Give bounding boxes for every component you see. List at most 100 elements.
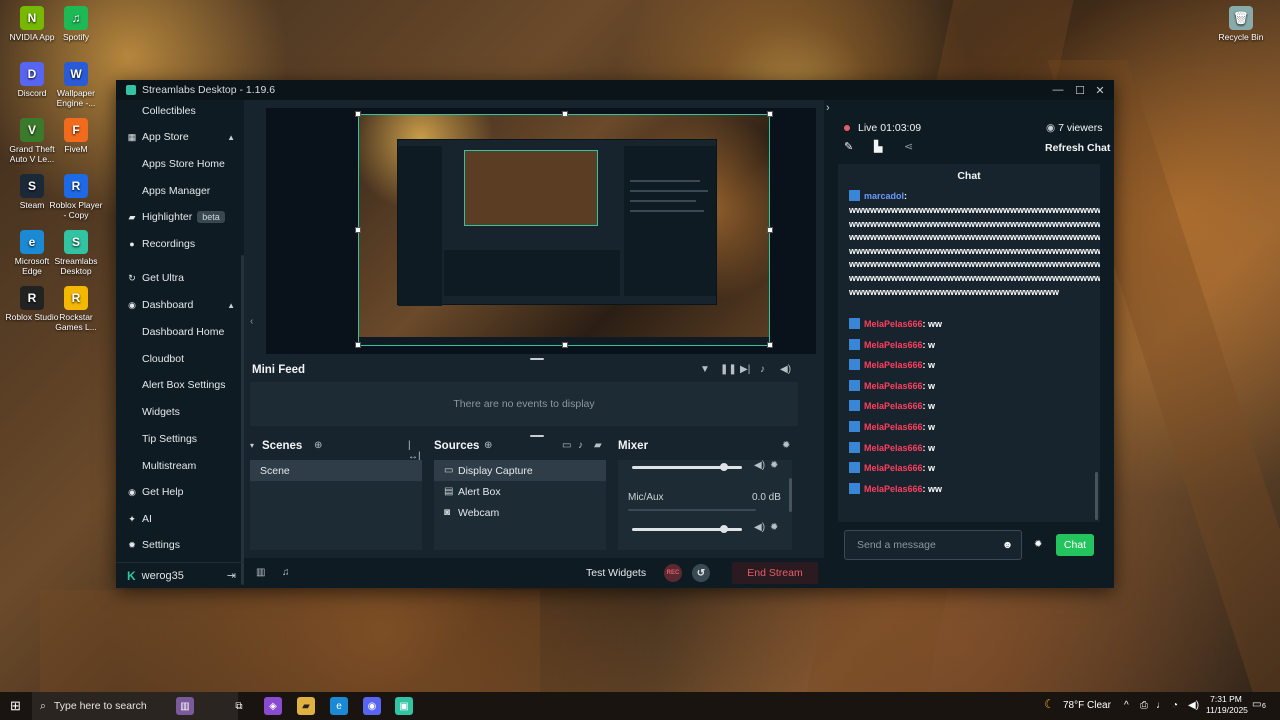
sidebar-item[interactable]: ↻ Get Ultra <box>116 267 244 289</box>
resize-handle[interactable] <box>355 342 361 348</box>
device-icon[interactable]: ⎙ <box>1140 700 1148 711</box>
close-button[interactable]: ✕ <box>1090 80 1110 100</box>
sidebar-item[interactable]: Cloudbot <box>116 348 244 370</box>
mute-icon[interactable]: ◀) <box>754 522 765 533</box>
streamlabs-taskbar-icon[interactable]: ▣ <box>395 697 413 715</box>
chat-messages[interactable]: marcadol: wwwwwwwwwwwwwwwwwwwwwwwwwwwwww… <box>838 188 1100 522</box>
sidebar-item[interactable]: ◉ Get Help <box>116 481 244 503</box>
resize-handle[interactable] <box>355 227 361 233</box>
resize-handle[interactable] <box>767 227 773 233</box>
stats-icon[interactable]: ▥ <box>256 567 265 578</box>
chevron-up-icon[interactable]: ▲ <box>227 133 235 142</box>
speaker-icon[interactable]: ◀) <box>1188 700 1199 711</box>
add-source-icon[interactable]: ⊕ <box>484 440 492 451</box>
desktop-icon[interactable]: ♫ Spotify <box>48 6 104 42</box>
collapse-left-icon[interactable]: ‹ <box>250 316 253 327</box>
task-view-icon[interactable]: ⧉ <box>230 697 248 715</box>
bell-icon[interactable]: ♪ <box>760 364 765 375</box>
chat-scrollbar[interactable] <box>1095 472 1098 520</box>
chevron-down-icon[interactable]: ▾ <box>250 441 254 450</box>
chat-input[interactable]: Send a message ☻ <box>844 530 1022 560</box>
weather-text[interactable]: 78°F Clear <box>1063 700 1111 711</box>
resize-divider[interactable] <box>530 358 544 360</box>
user-profile[interactable]: K werog35 ⇥ <box>116 562 244 588</box>
chevron-up-icon[interactable]: ^ <box>1124 700 1129 711</box>
source-item[interactable]: ▤ Alert Box <box>434 481 606 502</box>
add-scene-icon[interactable]: ⊕ <box>314 440 322 451</box>
sidebar-item[interactable]: ✹ Settings <box>116 534 244 556</box>
replay-buffer-icon[interactable]: ↺ <box>692 564 710 582</box>
skip-icon[interactable]: ▶| <box>740 364 750 375</box>
mute-icon[interactable]: ◀) <box>754 460 765 471</box>
sidebar-item[interactable]: ● Recordings <box>116 233 244 255</box>
desktop-icon[interactable]: W Wallpaper Engine -... <box>48 62 104 108</box>
resize-handle[interactable] <box>767 342 773 348</box>
desktop-icon[interactable]: R Rockstar Games L... <box>48 286 104 332</box>
share-icon[interactable]: ⋖ <box>904 140 913 153</box>
source-item[interactable]: ◙ Webcam <box>434 502 606 523</box>
filter-icon[interactable]: ▼ <box>700 364 710 375</box>
folder-icon[interactable]: ▰ <box>594 440 602 451</box>
channel-settings-icon[interactable]: ✹ <box>770 460 778 471</box>
notifications-icon[interactable]: ♫ <box>282 567 290 578</box>
sidebar-item[interactable]: Collectibles <box>116 100 244 122</box>
sidebar-item[interactable]: ◉ Dashboard ▲ <box>116 294 244 316</box>
resize-handle[interactable] <box>355 111 361 117</box>
collapse-right-icon[interactable]: › <box>826 102 830 114</box>
maximize-button[interactable]: ☐ <box>1070 80 1090 100</box>
mixer-scrollbar[interactable] <box>789 478 792 512</box>
sidebar-item[interactable]: Apps Store Home <box>116 153 244 175</box>
sidebar-item[interactable]: ▦ App Store ▲ <box>116 126 244 148</box>
source-item[interactable]: ▭ Display Capture <box>434 460 606 481</box>
edit-stream-icon[interactable]: ✎ <box>844 140 853 153</box>
discord-icon[interactable]: ◉ <box>363 697 381 715</box>
sidebar-item[interactable]: Tip Settings <box>116 428 244 450</box>
record-button[interactable]: REC <box>664 564 682 582</box>
copilot-icon[interactable]: ◈ <box>264 697 282 715</box>
mixer-settings-icon[interactable]: ✹ <box>782 440 790 451</box>
edge-icon[interactable]: e <box>330 697 348 715</box>
sidebar-item[interactable]: ✦ AI <box>116 508 244 530</box>
logout-icon[interactable]: ⇥ <box>227 569 236 582</box>
sidebar-item[interactable]: Dashboard Home <box>116 321 244 343</box>
chat-settings-icon[interactable]: ✹ <box>1034 539 1042 550</box>
minimize-button[interactable]: — <box>1048 80 1068 100</box>
scene-transition-icon[interactable]: |↔| <box>408 440 422 462</box>
test-widgets-button[interactable]: Test Widgets <box>586 567 646 579</box>
chat-send-button[interactable]: Chat <box>1056 534 1094 556</box>
sidebar-item[interactable]: Alert Box Settings <box>116 374 244 396</box>
volume-slider-knob[interactable] <box>720 463 729 471</box>
books-icon[interactable]: ▥ <box>176 697 194 715</box>
network-icon[interactable]: ◔ <box>1172 700 1178 711</box>
channel-settings-icon[interactable]: ✹ <box>770 522 778 533</box>
windows-start-icon[interactable]: ⊞ <box>10 698 21 714</box>
chevron-up-icon[interactable]: ▲ <box>227 301 235 310</box>
taskbar-search[interactable]: ⌕ Type here to search <box>32 692 238 720</box>
stream-info-icon[interactable]: ▙ <box>874 140 882 153</box>
scene-item[interactable]: Scene <box>250 460 422 481</box>
desktop-icon[interactable]: F FiveM <box>48 118 104 154</box>
resize-handle[interactable] <box>562 342 568 348</box>
resize-divider[interactable] <box>530 435 544 437</box>
volume-icon[interactable]: ◀) <box>780 364 791 375</box>
microphone-icon[interactable]: ♩ <box>1156 700 1166 711</box>
file-explorer-icon[interactable]: ▰ <box>297 697 315 715</box>
resize-handle[interactable] <box>562 111 568 117</box>
resize-handle[interactable] <box>767 111 773 117</box>
sidebar-item[interactable]: Apps Manager <box>116 180 244 202</box>
sidebar-item[interactable]: Widgets <box>116 401 244 423</box>
refresh-chat-button[interactable]: Refresh Chat <box>1045 142 1110 154</box>
sidebar-item[interactable]: Multistream <box>116 455 244 477</box>
volume-slider-knob[interactable] <box>720 525 729 533</box>
source-settings-icon[interactable]: ▭ <box>562 440 571 451</box>
pause-icon[interactable]: ❚❚ <box>720 364 737 375</box>
sidebar-item[interactable]: ▰ Highlighter beta <box>116 206 244 228</box>
end-stream-button[interactable]: End Stream <box>732 562 818 584</box>
stream-preview[interactable] <box>355 111 773 348</box>
desktop-icon[interactable]: R Roblox Player - Copy <box>48 174 104 220</box>
desktop-icon[interactable]: S Streamlabs Desktop <box>48 230 104 276</box>
emoji-icon[interactable]: ☻ <box>1002 539 1013 551</box>
notifications-icon[interactable]: ▭ <box>1252 699 1261 710</box>
source-toggle-icon[interactable]: ♪ <box>578 440 583 451</box>
clock[interactable]: 7:31 PM 11/19/2025 <box>1206 694 1248 716</box>
